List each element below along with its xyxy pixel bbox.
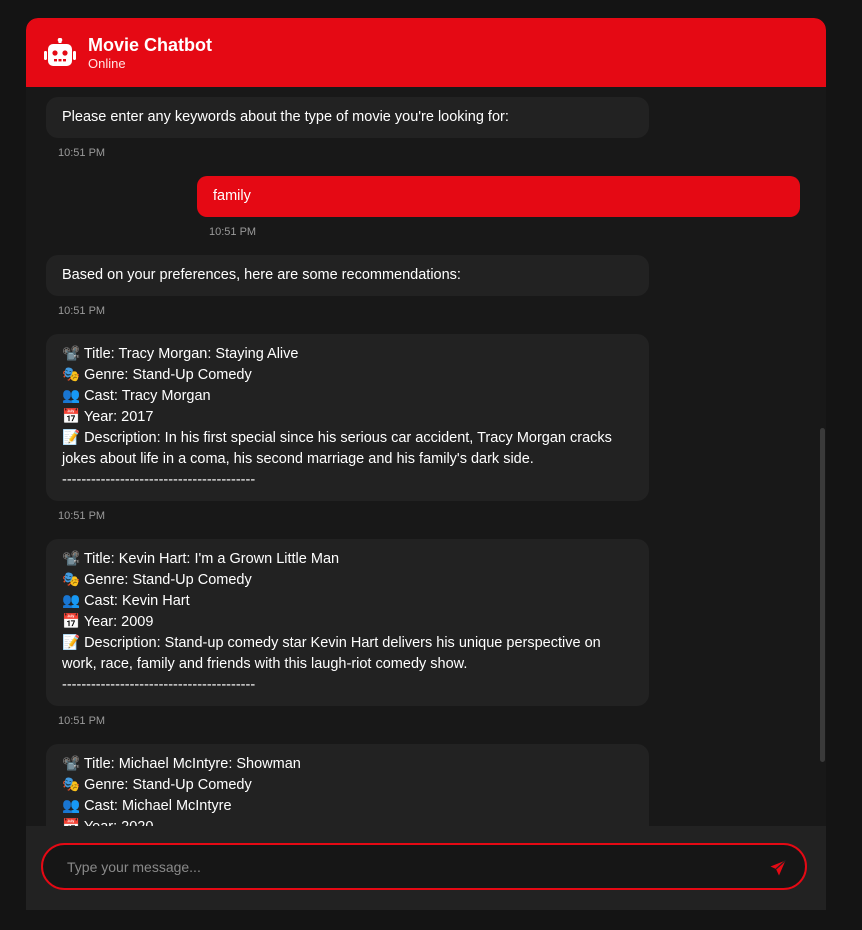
message-timestamp: 10:51 PM xyxy=(58,715,106,727)
message-timestamp: 10:51 PM xyxy=(58,305,106,317)
movie-recommendation: 📽️ Title: Tracy Morgan: Staying Alive 🎭 … xyxy=(46,334,649,501)
message-timestamp: 10:51 PM xyxy=(58,510,106,522)
bot-message: Based on your preferences, here are some… xyxy=(46,255,649,296)
message-input[interactable] xyxy=(41,843,807,890)
message-list[interactable]: Please enter any keywords about the type… xyxy=(26,87,826,826)
message-timestamp: 10:51 PM xyxy=(58,147,106,159)
chat-header: Movie Chatbot Online xyxy=(26,18,826,87)
chat-window: Movie Chatbot Online Please enter any ke… xyxy=(26,18,826,910)
user-message: family xyxy=(197,176,800,217)
movie-recommendation: 📽️ Title: Kevin Hart: I'm a Grown Little… xyxy=(46,539,649,706)
robot-icon xyxy=(44,38,76,66)
input-area xyxy=(26,826,826,910)
scrollbar[interactable] xyxy=(820,428,825,762)
movie-recommendation: 📽️ Title: Michael McIntyre: Showman 🎭 Ge… xyxy=(46,744,649,826)
online-status: Online xyxy=(88,56,126,71)
message-timestamp: 10:51 PM xyxy=(209,226,257,238)
bot-message: Please enter any keywords about the type… xyxy=(46,97,649,138)
chat-title: Movie Chatbot xyxy=(88,35,212,55)
send-icon[interactable] xyxy=(770,860,786,876)
